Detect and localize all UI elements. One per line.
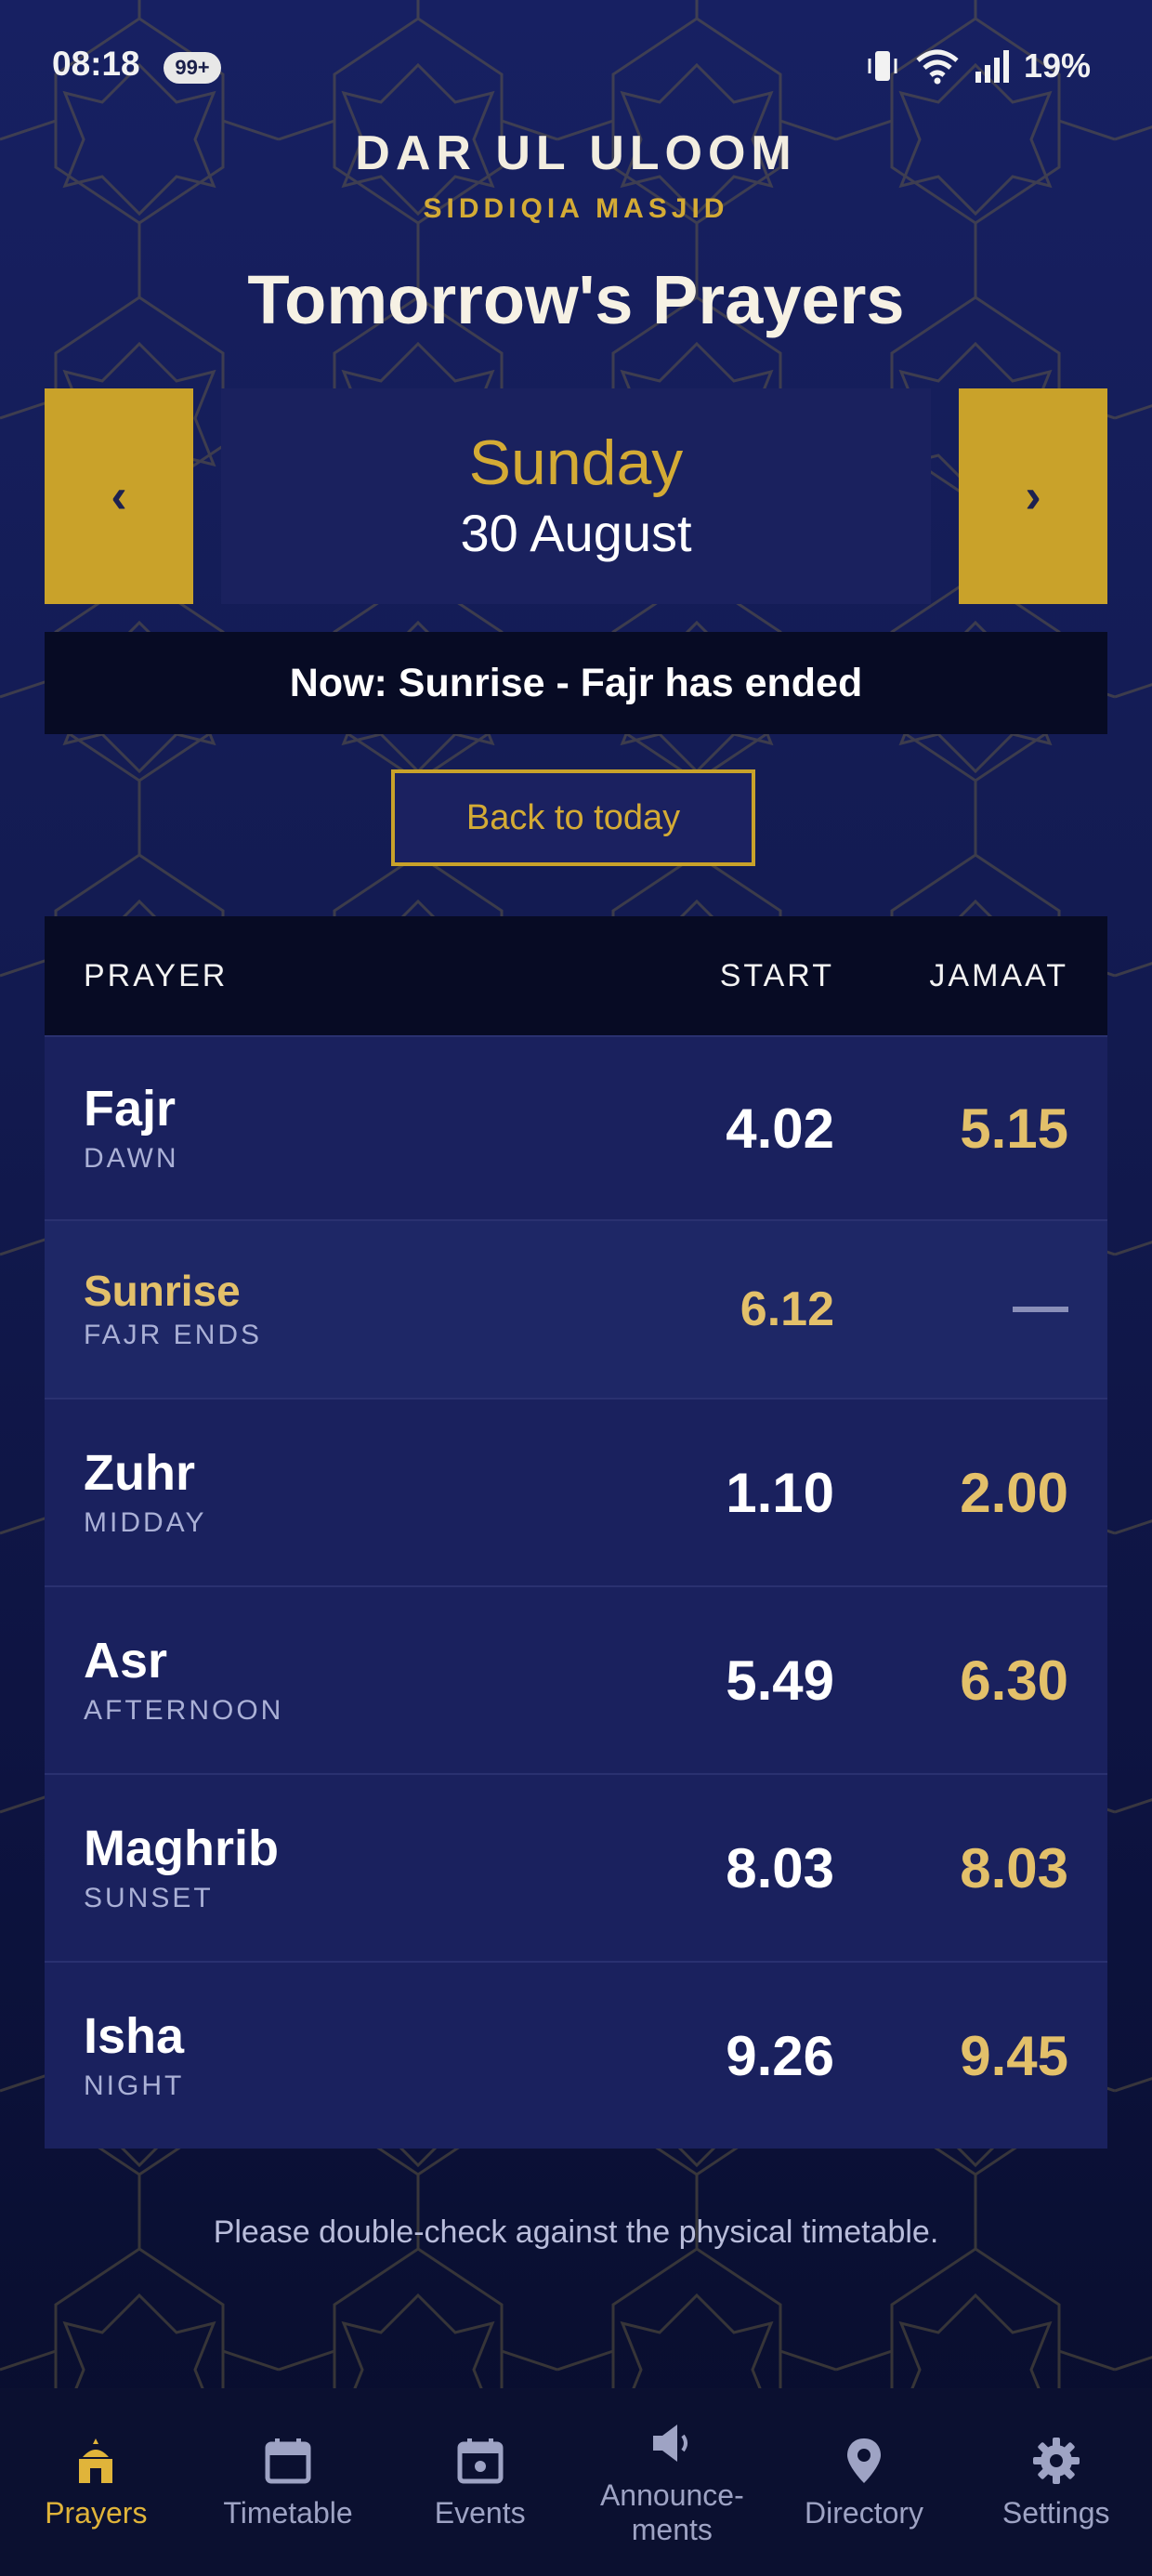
prayer-table: PRAYER START JAMAAT Fajr DAWN 4.02 5.15 S… [45, 916, 1107, 2149]
gear-icon [1032, 2437, 1080, 2484]
prayer-name: Zuhr [84, 1445, 195, 1502]
location-pin-icon [847, 2438, 882, 2483]
jamaat-time: 9.45 [960, 2024, 1068, 2087]
signal-icon [975, 50, 1009, 83]
status-time: 08:18 [52, 45, 140, 83]
start-time: 9.26 [726, 2024, 834, 2087]
start-time: 8.03 [726, 1836, 834, 1899]
chevron-right-icon: › [1025, 469, 1041, 523]
header-jamaat: JAMAAT [929, 957, 1068, 993]
nav-label: Directory [805, 2495, 924, 2530]
header-start: START [719, 957, 834, 993]
start-time: 6.12 [740, 1282, 834, 1336]
nav-directory[interactable]: Directory [768, 2388, 961, 2576]
nav-prayers[interactable]: Prayers [0, 2388, 192, 2576]
date-day: Sunday [468, 427, 684, 498]
nav-events[interactable]: Events [384, 2388, 576, 2576]
nav-label: Events [434, 2495, 526, 2530]
table-row: Asr AFTERNOON 5.49 6.30 [45, 1585, 1107, 1773]
jamaat-none [834, 1301, 1107, 1318]
disclaimer-note: Please double-check against the physical… [213, 2215, 939, 2250]
dash-icon [1013, 1306, 1068, 1312]
chevron-left-icon: ‹ [111, 469, 127, 523]
battery-level: 19% [1023, 46, 1091, 85]
table-row: Isha NIGHT 9.26 9.45 [45, 1961, 1107, 2149]
nav-announcements[interactable]: Announce- ments [576, 2388, 768, 2576]
mosque-icon [79, 2438, 113, 2483]
page-title: Tomorrow's Prayers [247, 261, 905, 338]
table-row: Maghrib SUNSET 8.03 8.03 [45, 1773, 1107, 1961]
brand-name: DAR UL ULOOM [355, 126, 797, 180]
prayer-name: Sunrise [84, 1266, 241, 1315]
jamaat-time: 5.15 [960, 1097, 1068, 1160]
prayer-name: Isha [84, 2008, 185, 2065]
calendar-icon [265, 2438, 311, 2484]
table-row: Zuhr MIDDAY 1.10 2.00 [45, 1398, 1107, 1585]
megaphone-icon [653, 2425, 688, 2463]
event-icon [457, 2438, 504, 2484]
nav-settings[interactable]: Settings [960, 2388, 1152, 2576]
jamaat-time: 6.30 [960, 1649, 1068, 1712]
prayer-subtitle: AFTERNOON [84, 1694, 284, 1726]
wifi-icon [916, 49, 959, 85]
prayer-subtitle: FAJR ENDS [84, 1320, 263, 1351]
previous-day-button[interactable]: ‹ [45, 388, 193, 604]
prayer-subtitle: SUNSET [84, 1882, 214, 1913]
table-row: Sunrise FAJR ENDS 6.12 [45, 1219, 1107, 1398]
next-day-button[interactable]: › [959, 388, 1107, 604]
nav-label: Timetable [223, 2495, 353, 2530]
date-full: 30 August [460, 503, 692, 562]
start-time: 1.10 [726, 1461, 834, 1524]
now-banner: Now: Sunrise - Fajr has ended [45, 632, 1107, 734]
nav-label: Announce- ments [599, 2478, 744, 2546]
prayer-subtitle: DAWN [84, 1142, 179, 1174]
jamaat-time: 2.00 [960, 1461, 1068, 1524]
brand-subtitle: SIDDIQIA MASJID [423, 193, 729, 224]
back-to-today-button[interactable]: Back to today [391, 769, 755, 866]
start-time: 5.49 [726, 1649, 834, 1712]
vibrate-icon [868, 51, 897, 81]
prayer-name: Fajr [84, 1081, 177, 1137]
start-time: 4.02 [726, 1097, 834, 1160]
nav-label: Prayers [45, 2495, 148, 2530]
table-row: Fajr DAWN 4.02 5.15 [45, 1035, 1107, 1219]
bottom-nav: Prayers Timetable Events Announce- ments… [0, 2388, 1152, 2576]
prayer-name: Asr [84, 1633, 168, 1689]
prayer-name: Maghrib [84, 1820, 279, 1877]
status-icons: 19% [864, 46, 1091, 85]
notification-badge: 99+ [164, 52, 221, 84]
prayer-subtitle: NIGHT [84, 2070, 185, 2101]
jamaat-time: 8.03 [960, 1836, 1068, 1899]
date-display: Sunday 30 August [221, 388, 931, 604]
nav-timetable[interactable]: Timetable [192, 2388, 385, 2576]
nav-label: Settings [1001, 2495, 1110, 2530]
table-header: PRAYER START JAMAAT [45, 916, 1107, 1035]
header-prayer: PRAYER [84, 957, 229, 993]
prayer-subtitle: MIDDAY [84, 1506, 207, 1538]
